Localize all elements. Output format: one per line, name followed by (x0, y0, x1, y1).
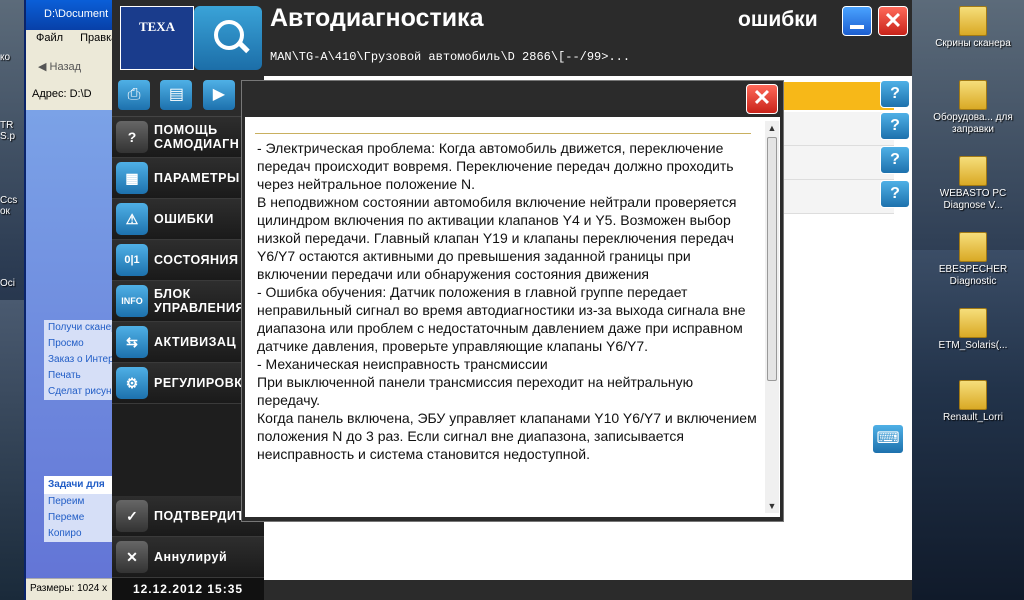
help-text: - Электрическая проблема: Когда автомоби… (257, 139, 757, 463)
dialog-body: - Электрическая проблема: Когда автомоби… (245, 117, 780, 517)
explorer-title[interactable]: D:\Document (26, 0, 126, 30)
folder-icon (959, 232, 987, 262)
scroll-thumb[interactable] (767, 137, 777, 381)
help-icon[interactable]: ? (880, 146, 910, 174)
desktop-icon-label-clipped[interactable]: ко (0, 52, 10, 63)
texa-logo: TEXA (120, 6, 194, 70)
desktop-icon-folder[interactable]: EBESPECHER Diagnostic (918, 232, 1024, 288)
folder-icon (959, 80, 987, 110)
scroll-down-icon[interactable]: ▼ (765, 499, 779, 513)
folder-icon (959, 380, 987, 410)
vertical-scrollbar[interactable]: ▲ ▼ (765, 121, 779, 513)
cancel-button[interactable]: ✕ Аннулируй (112, 537, 264, 578)
desktop-icon-label-clipped[interactable]: TR S.p (0, 120, 20, 142)
sidebar-item-label: БЛОК УПРАВЛЕНИЯ (154, 287, 245, 315)
confirm-label: ПОДТВЕРДИТЬ (154, 509, 255, 523)
desktop-icon-label-clipped[interactable]: Oci (0, 278, 15, 289)
datetime: 12.12.2012 15:35 (112, 578, 264, 600)
sidebar-item-label: ОШИБКИ (154, 212, 214, 226)
desktop-icon-folder[interactable]: Скрины сканера (918, 6, 1024, 50)
help-icon[interactable]: ? (880, 180, 910, 208)
info-icon: INFO (116, 285, 148, 317)
scroll-up-icon[interactable]: ▲ (765, 121, 779, 135)
app-bottom-bar (264, 580, 912, 600)
app-title: Автодиагностика (270, 4, 484, 32)
tools-icon: ⚙ (116, 367, 148, 399)
print-icon[interactable]: ⎙ (118, 80, 150, 110)
play-icon[interactable]: ▶ (202, 80, 235, 110)
folder-icon (959, 6, 987, 36)
desktop-icon-label-clipped[interactable]: Ccs ок (0, 195, 20, 217)
app-header: TEXA Автодиагностика MAN\TG-A\410\Грузов… (112, 0, 912, 76)
back-button[interactable]: Назад (50, 61, 82, 73)
help-icon[interactable]: ? (880, 80, 910, 108)
help-paragraph: Когда панель включена, ЭБУ управляет кла… (257, 410, 757, 462)
address-bar: Адрес: D:\D (26, 84, 126, 106)
folder-icon (959, 156, 987, 186)
explorer-menu: Файл Правка (26, 30, 126, 50)
states-icon: 0|1 (116, 244, 148, 276)
help-paragraph: При выключенной панели трансмиссия перех… (257, 374, 694, 408)
section-title: ошибки (738, 8, 818, 31)
divider (255, 133, 751, 134)
menu-file[interactable]: Файл (36, 32, 63, 44)
cancel-label: Аннулируй (154, 550, 228, 564)
sidebar-item-label: ПОМОЩЬ САМОДИАГН (154, 123, 240, 151)
help-icon[interactable]: ? (880, 112, 910, 140)
explorer-status-bar: Размеры: 1024 x (26, 578, 126, 598)
warning-icon: ⚠ (116, 203, 148, 235)
sidebar-item-label: СОСТОЯНИЯ (154, 253, 239, 267)
keyboard-icon[interactable]: ⌨ (872, 424, 904, 454)
back-arrow-icon: ◀ (38, 61, 50, 73)
explorer-toolbar: ◀ Назад (26, 50, 126, 84)
dialog-close-button[interactable]: ✕ (746, 84, 778, 114)
vehicle-path: MAN\TG-A\410\Грузовой автомобиль\D 2866\… (270, 50, 631, 64)
sidebar-item-label: РЕГУЛИРОВК (154, 376, 243, 390)
desktop-icon-folder[interactable]: Renault_Lorri (918, 380, 1024, 424)
desktop-icon-folder[interactable]: ETM_Solaris(... (918, 308, 1024, 352)
question-icon: ? (116, 121, 148, 153)
address-label: Адрес: (32, 88, 67, 100)
close-button[interactable]: ✕ (878, 6, 908, 36)
checkmark-icon: ✓ (116, 500, 148, 532)
desktop-icon-folder[interactable]: Оборудова... для заправки (918, 80, 1024, 136)
desktop-icon-folder[interactable]: WEBASTO PC Diagnose V... (918, 156, 1024, 212)
help-paragraph: - Электрическая проблема: Когда автомоби… (257, 140, 734, 192)
clapperboard-icon[interactable]: ▤ (160, 80, 193, 110)
autodiagnosis-icon[interactable] (194, 6, 262, 70)
minimize-button[interactable] (842, 6, 872, 36)
sidebar-item-label: ПАРАМЕТРЫ (154, 171, 240, 185)
explorer-window: D:\Document Файл Правка ◀ Назад Адрес: D… (24, 0, 126, 600)
desktop-wallpaper-right (900, 250, 1024, 600)
explorer-task-pane: Получи сканера Просмо Заказ о Интерн Печ… (26, 110, 126, 580)
x-icon: ✕ (116, 541, 148, 573)
activation-icon: ⇆ (116, 326, 148, 358)
help-paragraph: - Механическая неисправность трансмиссии (257, 356, 548, 372)
error-help-dialog: ✕ - Электрическая проблема: Когда автомо… (242, 81, 783, 521)
address-input[interactable]: D:\D (70, 88, 92, 100)
grid-icon: ▦ (116, 162, 148, 194)
help-paragraph: В неподвижном состоянии автомобиля включ… (257, 194, 737, 282)
folder-icon (959, 308, 987, 338)
help-paragraph: - Ошибка обучения: Датчик положения в гл… (257, 284, 746, 354)
sidebar-item-label: АКТИВИЗАЦ (154, 335, 237, 349)
